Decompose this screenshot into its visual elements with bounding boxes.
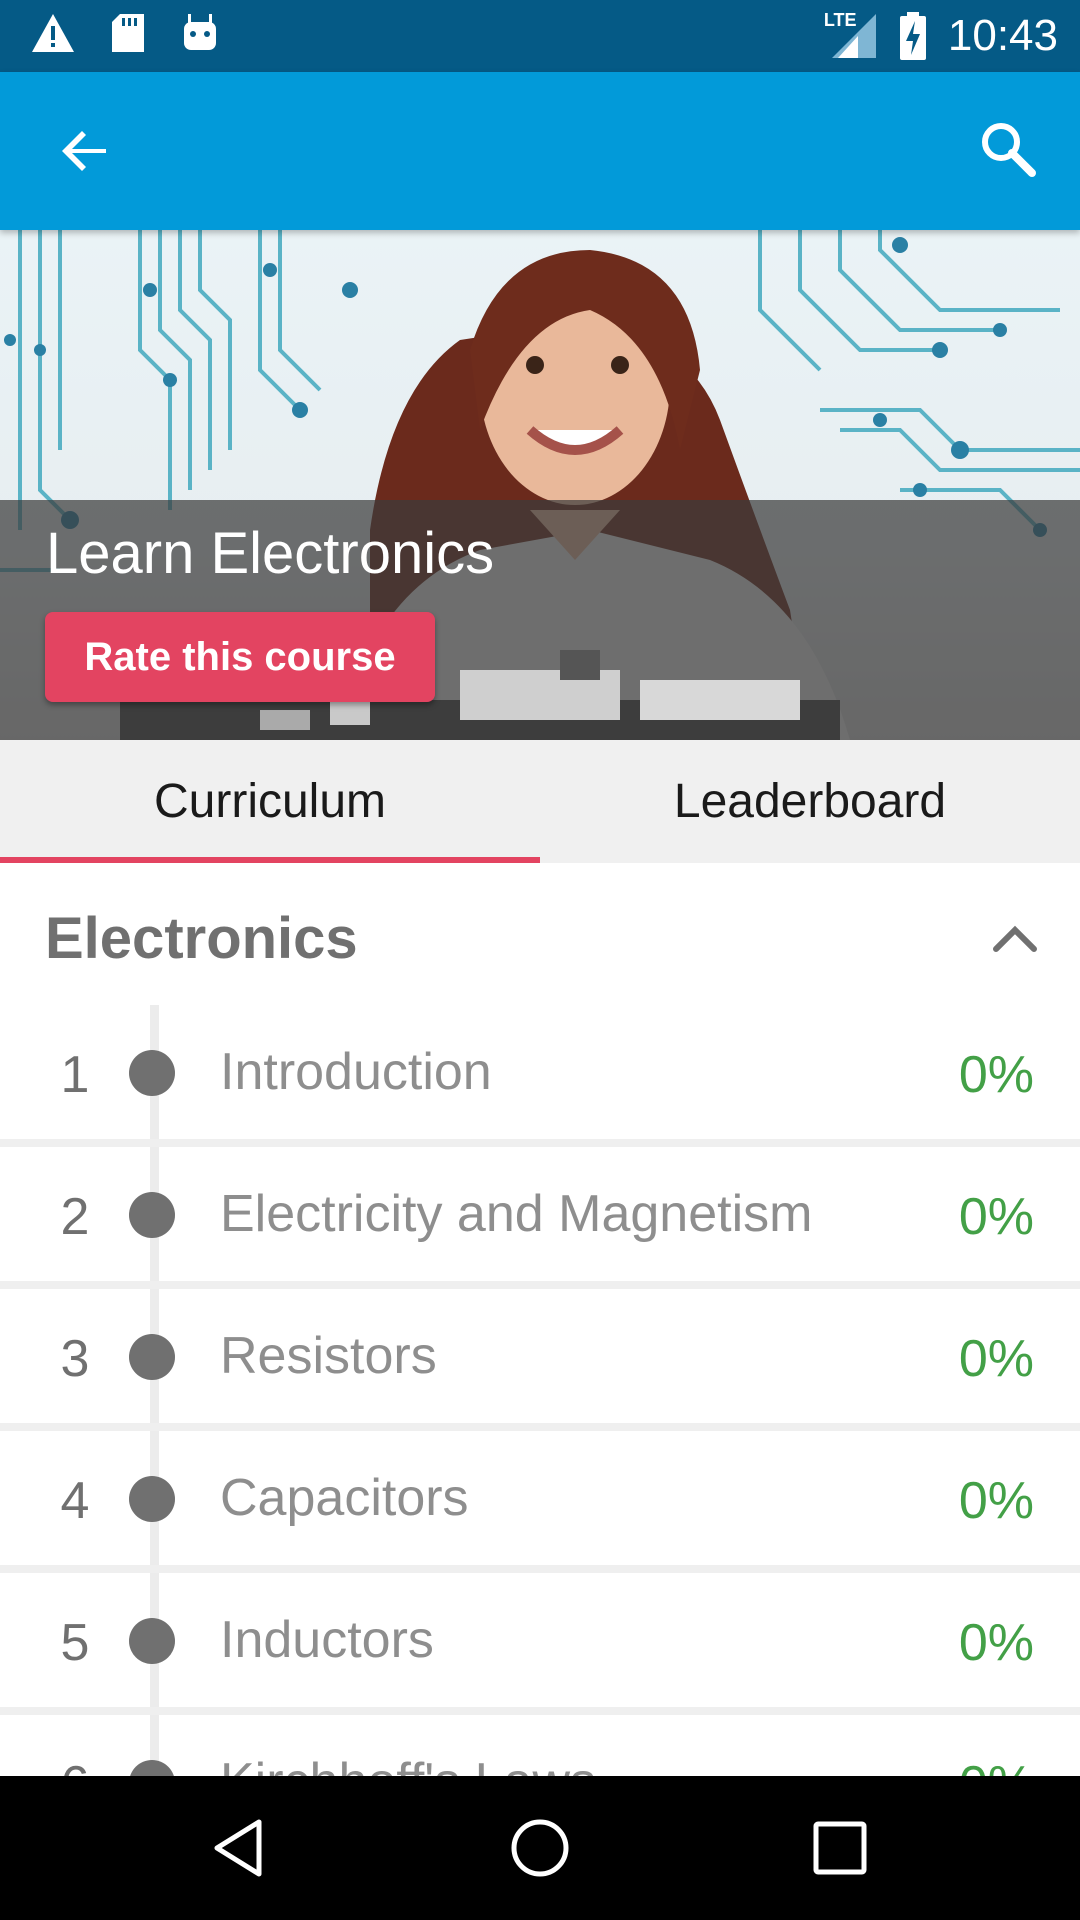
lesson-progress: 0% [958,1046,1034,1104]
lesson-number: 3 [60,1330,90,1388]
lesson-progress: 0% [958,1330,1034,1388]
lesson-list: 1 Introduction 0% 2 Electricity and Magn… [0,1005,1080,1857]
recents-square-icon[interactable] [808,1816,872,1880]
system-nav-bar [0,1776,1080,1920]
lesson-dot-icon [129,1618,175,1664]
signal-icon: LTE [824,8,878,64]
lesson-dot-icon [129,1334,175,1380]
tab-curriculum-label: Curriculum [153,775,387,828]
arrow-back-icon[interactable] [54,119,118,183]
warning-icon [32,14,74,52]
lesson-title: Inductors [220,1611,434,1669]
section-header[interactable]: Electronics [0,863,1080,1005]
app-bar [0,72,1080,230]
lesson-progress: 0% [958,1614,1034,1672]
home-circle-icon[interactable] [508,1816,572,1880]
lesson-progress: 0% [958,1188,1034,1246]
search-icon[interactable] [976,117,1040,181]
lesson-row[interactable]: 2 Electricity and Magnetism 0% [0,1147,1080,1289]
lesson-row[interactable]: 4 Capacitors 0% [0,1431,1080,1573]
tab-curriculum[interactable]: Curriculum [0,740,540,863]
course-title: Learn Electronics [46,521,495,586]
rate-course-button[interactable]: Rate this course [45,612,435,702]
course-banner: Learn Electronics Rate this course [0,230,1080,740]
tab-leaderboard[interactable]: Leaderboard [540,740,1080,863]
android-debug-icon [184,14,216,50]
tab-leaderboard-label: Leaderboard [673,775,947,828]
lesson-number: 5 [60,1614,90,1672]
lesson-number: 1 [60,1046,90,1104]
lesson-row[interactable]: 1 Introduction 0% [0,1005,1080,1147]
lesson-title: Introduction [220,1043,492,1101]
back-triangle-icon[interactable] [209,1816,273,1880]
status-time: 10:43 [947,11,1058,60]
lesson-dot-icon [129,1192,175,1238]
lesson-row[interactable]: 5 Inductors 0% [0,1573,1080,1715]
lesson-title: Electricity and Magnetism [220,1185,813,1243]
curriculum-section: Electronics 1 Introduction 0% 2 Electric… [0,863,1080,1876]
lesson-number: 4 [60,1472,90,1530]
lesson-title: Capacitors [220,1469,469,1527]
lesson-dot-icon [129,1050,175,1096]
lesson-progress: 0% [958,1472,1034,1530]
tab-bar: Curriculum Leaderboard [0,740,1080,863]
section-title: Electronics [45,906,358,971]
battery-charging-icon [899,12,926,60]
lesson-number: 2 [60,1188,90,1246]
lesson-title: Resistors [220,1327,437,1385]
status-bar: LTE 10:43 [0,0,1080,72]
sd-card-icon [112,14,144,52]
lesson-row[interactable]: 3 Resistors 0% [0,1289,1080,1431]
chevron-up-icon[interactable] [990,913,1040,963]
lesson-dot-icon [129,1476,175,1522]
